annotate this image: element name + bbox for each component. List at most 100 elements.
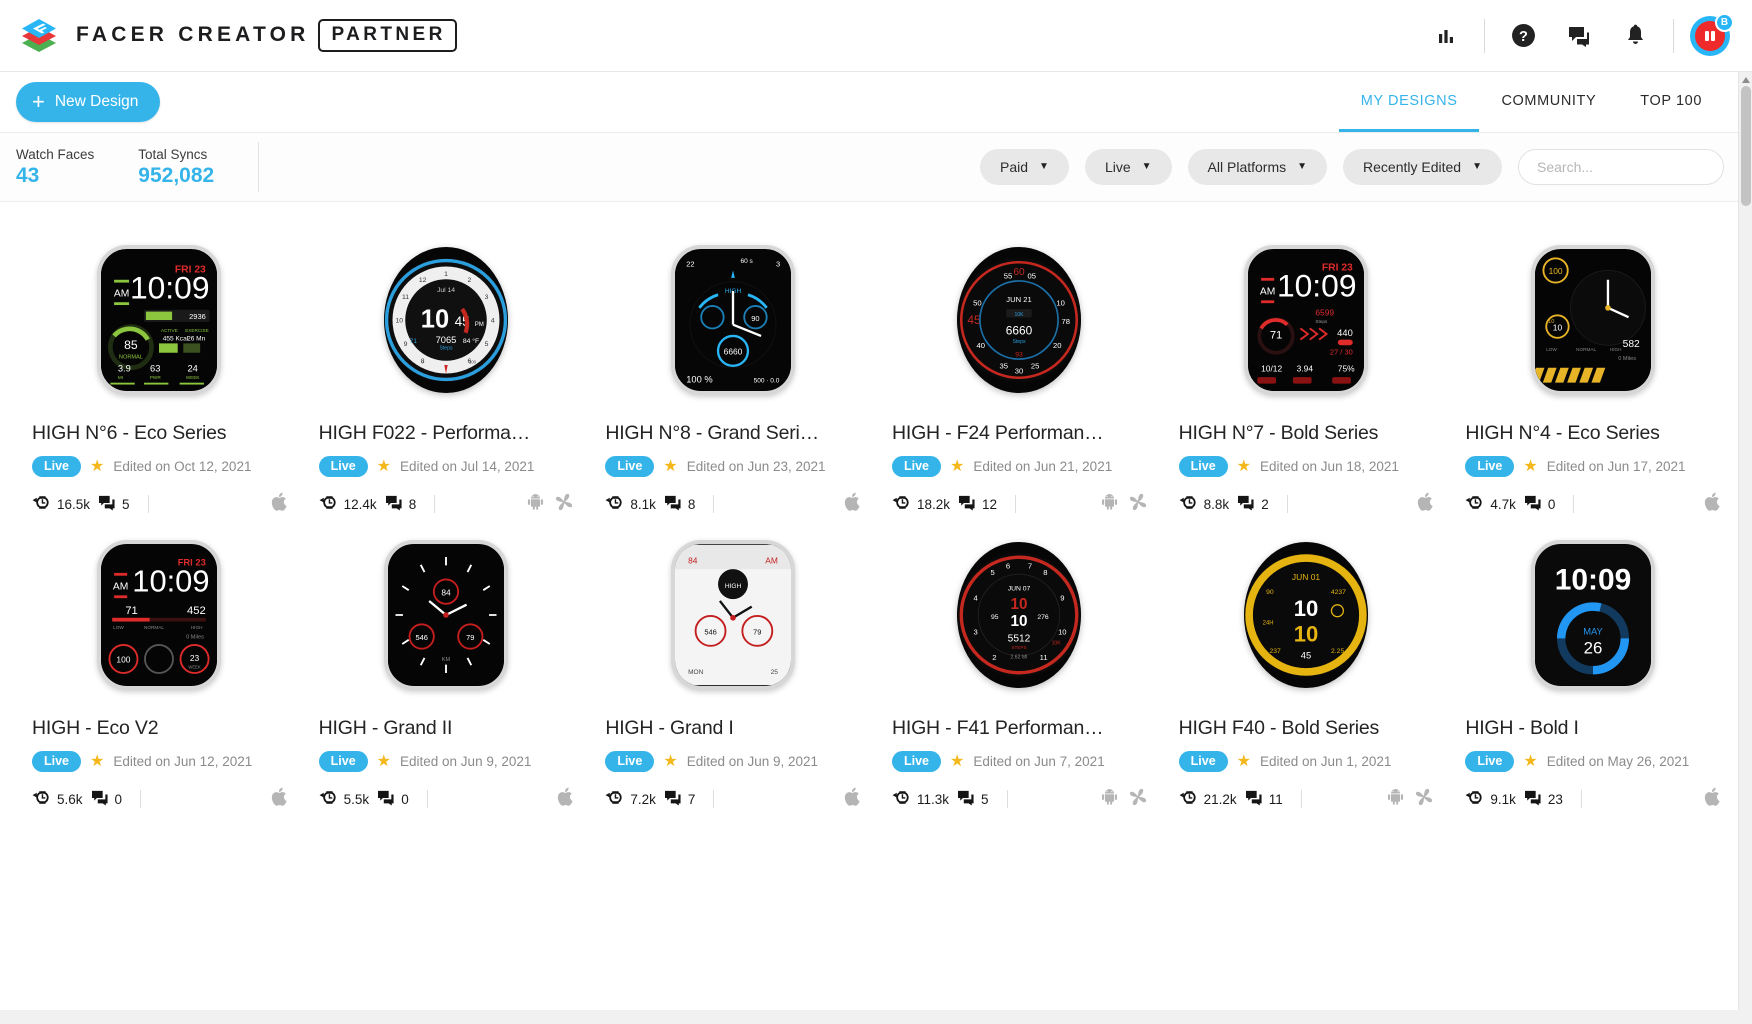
watch-face-art: 2260 s3HIGH906660100 %500 · 0.0 bbox=[670, 245, 795, 395]
platform-icons bbox=[844, 787, 860, 811]
svg-text:27 / 30: 27 / 30 bbox=[1330, 348, 1353, 357]
watch-face-preview[interactable]: 55 60 05 50 10 45 78 40 20 35 30 25 JUN 21 10K 6660 Ste… bbox=[957, 245, 1082, 395]
design-card[interactable]: FRI 23 AM 10:09 2936 85 NORMAL ACTIVE 455 Kcal E… bbox=[16, 220, 303, 515]
design-title[interactable]: HIGH - Grand I bbox=[605, 717, 860, 740]
design-card[interactable]: 55 60 05 50 10 45 78 40 20 35 30 25 JUN 21 10K 6660 Ste… bbox=[876, 220, 1163, 515]
design-thumbnail[interactable]: FRI 23 AM 10:09 71 452 LOW NORMAL HIGH 0 Miles 10… bbox=[32, 527, 287, 703]
svg-text:24H: 24H bbox=[1263, 620, 1274, 626]
sync-icon bbox=[605, 789, 624, 809]
watch-face-preview[interactable]: JUN 01 90 4237 10 10 24H 237 45 2.25 bbox=[1243, 540, 1368, 690]
design-title[interactable]: HIGH - Bold I bbox=[1465, 717, 1720, 740]
design-title[interactable]: HIGH F022 - Performa… bbox=[319, 422, 574, 445]
design-card[interactable]: JUN 01 90 4237 10 10 24H 237 45 2.25 HIGH F40 - B… bbox=[1163, 515, 1450, 810]
watch-face-preview[interactable]: 2260 s3HIGH906660100 %500 · 0.0 bbox=[670, 245, 795, 395]
design-thumbnail[interactable]: 100 10 10 LOW NORMAL HIGH 582 0 Miles bbox=[1465, 232, 1720, 408]
star-icon: ★ bbox=[1523, 752, 1538, 770]
design-thumbnail[interactable]: 123456789101112Jul 141045PM717065Steps84… bbox=[319, 232, 574, 408]
edited-date: Edited on May 26, 2021 bbox=[1546, 754, 1690, 769]
svg-text:NORMAL: NORMAL bbox=[144, 625, 164, 630]
design-card[interactable]: 10:09 MAY 26 HIGH - Bold I Live ★ Edited on Ma… bbox=[1449, 515, 1736, 810]
design-title[interactable]: HIGH - Eco V2 bbox=[32, 717, 287, 740]
design-thumbnail[interactable]: 84 AM HIGH 546 79 MON 25 bbox=[605, 527, 860, 703]
svg-text:PM: PM bbox=[475, 322, 484, 328]
design-card[interactable]: 84 AM HIGH 546 79 MON 25 HIGH - Grand I Live ★ Edi… bbox=[589, 515, 876, 810]
design-title[interactable]: HIGH N°7 - Bold Series bbox=[1179, 422, 1434, 445]
stats-divider bbox=[1286, 495, 1288, 513]
stats-divider bbox=[1015, 495, 1017, 513]
svg-text:455 Kcal: 455 Kcal bbox=[163, 336, 189, 343]
tab-community[interactable]: COMMUNITY bbox=[1479, 72, 1618, 132]
help-icon[interactable]: ? bbox=[1495, 12, 1551, 60]
watch-face-preview[interactable]: 84 546 79 KM bbox=[383, 540, 508, 690]
sync-count-value: 16.5k bbox=[57, 496, 91, 512]
status-filter[interactable]: Live ▼ bbox=[1084, 149, 1172, 185]
watch-face-preview[interactable]: FRI 23 AM 10:09 71 452 LOW NORMAL HIGH 0 Miles 10… bbox=[97, 540, 222, 690]
new-design-button[interactable]: + New Design bbox=[16, 82, 161, 122]
analytics-icon[interactable] bbox=[1418, 12, 1474, 60]
design-card[interactable]: 5 6 7 8 4 9 3 10 2 11 JUN 07 10 10 95 276 5512 STEPS 2.62… bbox=[876, 515, 1163, 810]
design-title[interactable]: HIGH N°6 - Eco Series bbox=[32, 422, 287, 445]
scroll-up-icon[interactable] bbox=[1742, 77, 1750, 83]
watch-face-preview[interactable]: 100 10 10 LOW NORMAL HIGH 582 0 Miles bbox=[1530, 245, 1655, 395]
brand[interactable]: FACER CREATOR PARTNER bbox=[18, 15, 457, 57]
svg-text:2: 2 bbox=[993, 653, 997, 662]
watch-face-preview[interactable]: 5 6 7 8 4 9 3 10 2 11 JUN 07 10 10 95 276 5512 STEPS 2.62… bbox=[957, 540, 1082, 690]
platform-filter[interactable]: All Platforms ▼ bbox=[1187, 149, 1328, 185]
svg-text:AM: AM bbox=[1260, 287, 1275, 298]
svg-text:2.25: 2.25 bbox=[1331, 648, 1344, 655]
tab-my-designs[interactable]: MY DESIGNS bbox=[1338, 72, 1480, 132]
svg-text:71: 71 bbox=[126, 605, 138, 617]
svg-text:100: 100 bbox=[1548, 266, 1562, 276]
design-thumbnail[interactable]: 55 60 05 50 10 45 78 40 20 35 30 25 JUN 21 10K 6660 Ste… bbox=[892, 232, 1147, 408]
design-card[interactable]: FRI 23 AM 10:09 71 6599 Steps 440 27 / 30 10/12 3… bbox=[1163, 220, 1450, 515]
vertical-scrollbar[interactable] bbox=[1738, 72, 1752, 1024]
design-card[interactable]: 123456789101112Jul 141045PM717065Steps84… bbox=[303, 220, 590, 515]
watch-face-preview[interactable]: 10:09 MAY 26 bbox=[1530, 540, 1655, 690]
brand-name: FACER CREATOR PARTNER bbox=[76, 19, 457, 52]
design-thumbnail[interactable]: FRI 23 AM 10:09 71 6599 Steps 440 27 / 30 10/12 3… bbox=[1179, 232, 1434, 408]
design-title[interactable]: HIGH - F41 Performan… bbox=[892, 717, 1147, 740]
watch-face-preview[interactable]: 123456789101112Jul 141045PM717065Steps84… bbox=[383, 245, 508, 395]
design-title[interactable]: HIGH - Grand II bbox=[319, 717, 574, 740]
price-filter[interactable]: Paid ▼ bbox=[980, 149, 1069, 185]
sort-filter[interactable]: Recently Edited ▼ bbox=[1343, 149, 1502, 185]
avatar[interactable]: B bbox=[1690, 12, 1734, 56]
status-badge: Live bbox=[605, 456, 655, 477]
design-thumbnail[interactable]: 84 546 79 KM bbox=[319, 527, 574, 703]
watch-face-art: JUN 01 90 4237 10 10 24H 237 45 2.25 bbox=[1243, 542, 1368, 688]
horizontal-scrollbar[interactable] bbox=[0, 1010, 1752, 1024]
watch-face-preview[interactable]: FRI 23 AM 10:09 71 6599 Steps 440 27 / 30 10/12 3… bbox=[1243, 245, 1368, 395]
design-thumbnail[interactable]: 5 6 7 8 4 9 3 10 2 11 JUN 07 10 10 95 276 5512 STEPS 2.62… bbox=[892, 527, 1147, 703]
design-meta: Live ★ Edited on Jun 1, 2021 bbox=[1178, 751, 1434, 772]
stats-divider bbox=[1300, 790, 1302, 808]
design-thumbnail[interactable]: 10:09 MAY 26 bbox=[1465, 527, 1720, 703]
notifications-icon[interactable] bbox=[1607, 12, 1663, 60]
svg-text:LOW: LOW bbox=[113, 625, 124, 630]
scrollbar-thumb[interactable] bbox=[1741, 86, 1751, 206]
comment-count: 2 bbox=[1237, 495, 1269, 514]
watch-face-preview[interactable]: 84 AM HIGH 546 79 MON 25 bbox=[670, 540, 795, 690]
design-card[interactable]: FRI 23 AM 10:09 71 452 LOW NORMAL HIGH 0 Miles 10… bbox=[16, 515, 303, 810]
design-title[interactable]: HIGH N°8 - Grand Seri… bbox=[605, 422, 860, 445]
design-card[interactable]: 2260 s3HIGH906660100 %500 · 0.0 HIGH N°8 … bbox=[589, 220, 876, 515]
svg-text:6660: 6660 bbox=[723, 347, 742, 357]
design-card[interactable]: 84 546 79 KM HIGH - Grand II Live ★ Edited on J… bbox=[303, 515, 590, 810]
sync-count-value: 7.2k bbox=[630, 791, 656, 807]
design-thumbnail[interactable]: JUN 01 90 4237 10 10 24H 237 45 2.25 bbox=[1179, 527, 1434, 703]
search-input[interactable] bbox=[1518, 149, 1724, 185]
design-card[interactable]: 100 10 10 LOW NORMAL HIGH 582 0 Miles HIGH N°4 -… bbox=[1449, 220, 1736, 515]
comment-count-value: 0 bbox=[401, 791, 409, 807]
tab-top-100[interactable]: TOP 100 bbox=[1618, 72, 1724, 132]
design-title[interactable]: HIGH N°4 - Eco Series bbox=[1465, 422, 1720, 445]
svg-text:7065: 7065 bbox=[436, 335, 457, 345]
design-thumbnail[interactable]: 2260 s3HIGH906660100 %500 · 0.0 bbox=[605, 232, 860, 408]
svg-text:5512: 5512 bbox=[1008, 633, 1031, 644]
svg-text:05: 05 bbox=[1028, 271, 1036, 280]
design-title[interactable]: HIGH - F24 Performan… bbox=[892, 422, 1147, 445]
messages-icon[interactable] bbox=[1551, 12, 1607, 60]
watch-face-preview[interactable]: FRI 23 AM 10:09 2936 85 NORMAL ACTIVE 455 Kcal E… bbox=[97, 245, 222, 395]
svg-text:10:09: 10:09 bbox=[133, 564, 210, 599]
design-thumbnail[interactable]: FRI 23 AM 10:09 2936 85 NORMAL ACTIVE 455 Kcal E… bbox=[32, 232, 287, 408]
stats-divider bbox=[434, 495, 436, 513]
design-title[interactable]: HIGH F40 - Bold Series bbox=[1179, 717, 1434, 740]
